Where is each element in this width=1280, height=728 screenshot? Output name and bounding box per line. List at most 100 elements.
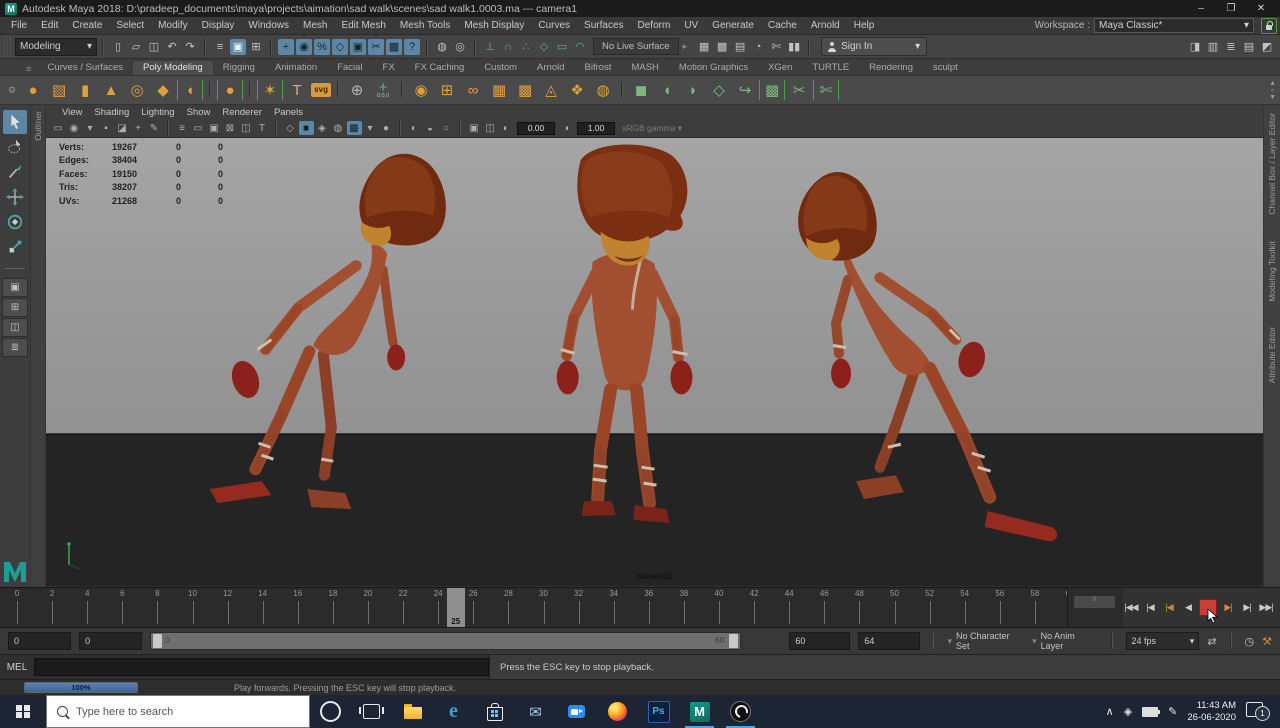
- render-current-frame-icon[interactable]: ▩: [714, 39, 730, 55]
- auto-key-clock-icon[interactable]: ◷: [1245, 635, 1255, 648]
- layout-four-pane[interactable]: ⊞: [2, 298, 28, 317]
- menu-modify[interactable]: Modify: [151, 20, 194, 31]
- step-back-key-button[interactable]: |◀: [1161, 600, 1177, 616]
- two-d-pan-zoom-icon[interactable]: +: [131, 121, 146, 135]
- open-scene-icon[interactable]: ▱: [128, 39, 144, 55]
- textured-icon[interactable]: ◈: [315, 121, 330, 135]
- menu-mesh-display[interactable]: Mesh Display: [457, 20, 531, 31]
- toggle-channel-box-icon[interactable]: ◨: [1187, 39, 1203, 55]
- undo-icon[interactable]: ↶: [164, 39, 180, 55]
- poly-cylinder-icon[interactable]: ▮: [73, 78, 97, 102]
- snap-to-point-icon[interactable]: ∴: [518, 39, 534, 55]
- pause-viewport-icon[interactable]: ▮▮: [786, 39, 802, 55]
- bookmark-icon[interactable]: ▪: [99, 121, 114, 135]
- toggle-workspace-panels-icon[interactable]: ▤: [1241, 39, 1257, 55]
- menu-curves[interactable]: Curves: [531, 20, 577, 31]
- select-tool[interactable]: [3, 110, 27, 134]
- time-slider-scrollbar[interactable]: II: [1074, 596, 1115, 608]
- action-center-icon[interactable]: 1: [1246, 701, 1272, 722]
- textured-mode-icon[interactable]: ⊠: [223, 121, 238, 135]
- taskbar-app-store[interactable]: [474, 695, 515, 728]
- viewport-canvas[interactable]: Verts: 19267 0 0 Edges: 38404 0 0 Faces: 19150 0 0 T…: [46, 138, 1263, 587]
- taskbar-app-obs[interactable]: [720, 695, 761, 728]
- panel-menu-panels[interactable]: Panels: [268, 107, 309, 118]
- shelf-tab-turtle[interactable]: TURTLE: [802, 61, 859, 75]
- go-to-start-button[interactable]: |◀◀: [1123, 600, 1139, 616]
- taskbar-app-maya[interactable]: M: [679, 695, 720, 728]
- sign-in-button[interactable]: Sign In ▾: [821, 37, 928, 56]
- poly-cone-icon[interactable]: ▲: [99, 78, 123, 102]
- render-settings-icon[interactable]: ✄: [768, 39, 784, 55]
- shelf-tab-poly-modeling[interactable]: Poly Modeling: [133, 61, 213, 75]
- show-manipulators-icon[interactable]: T: [255, 121, 270, 135]
- taskbar-app-file-explorer[interactable]: [392, 695, 433, 728]
- mel-input[interactable]: [34, 658, 489, 676]
- bridge-icon[interactable]: ◍: [591, 78, 615, 102]
- taskbar-app-task-view[interactable]: [351, 695, 392, 728]
- shelf-tab-motion-graphics[interactable]: Motion Graphics: [669, 61, 758, 75]
- remesh-icon[interactable]: ▦: [487, 78, 511, 102]
- layout-two-pane[interactable]: ◫: [2, 318, 28, 337]
- boolean-icon[interactable]: ∞: [461, 78, 485, 102]
- taskbar-search[interactable]: Type here to search: [46, 695, 310, 728]
- gamma-icon[interactable]: ◑: [559, 121, 574, 135]
- step-back-frame-button[interactable]: |◀: [1142, 600, 1158, 616]
- shelf-tab-mash[interactable]: MASH: [621, 61, 668, 75]
- colorspace-dropdown[interactable]: sRGB gamma ▾: [622, 123, 682, 134]
- list-view-icon[interactable]: ≡: [175, 121, 190, 135]
- paint-select-tool[interactable]: [3, 160, 27, 184]
- current-frame-indicator[interactable]: 25: [446, 588, 465, 627]
- shelf-tab-xgen[interactable]: XGen: [758, 61, 802, 75]
- panel-menu-show[interactable]: Show: [181, 107, 217, 118]
- range-end-handle[interactable]: [729, 634, 739, 648]
- save-scene-icon[interactable]: ◫: [146, 39, 162, 55]
- shelf-scroll-arrows[interactable]: ▲ ● ▼: [1269, 80, 1276, 101]
- mask-all-icon[interactable]: +: [278, 38, 294, 55]
- isolate-select-icon[interactable]: ▣: [467, 121, 482, 135]
- rotate-tool[interactable]: [3, 210, 27, 234]
- playback-end-field[interactable]: 60: [789, 632, 851, 650]
- battery-icon[interactable]: [1142, 706, 1161, 717]
- append-polygon-icon[interactable]: ◖: [655, 78, 679, 102]
- combine-icon[interactable]: ⊞: [435, 78, 459, 102]
- knife-icon[interactable]: ✄: [813, 80, 840, 100]
- extrude-icon[interactable]: ❖: [565, 78, 589, 102]
- snap-to-grid-icon[interactable]: ⊥: [482, 39, 498, 55]
- toggle-modeling-toolkit-icon[interactable]: ◩: [1259, 39, 1275, 55]
- smooth-mesh-icon[interactable]: ◉: [409, 78, 433, 102]
- shaded-mode-icon[interactable]: ▣: [207, 121, 222, 135]
- maximize-button[interactable]: ❐: [1216, 0, 1246, 17]
- exposure-field[interactable]: 0.00: [517, 121, 555, 135]
- close-button[interactable]: ✕: [1246, 0, 1276, 17]
- time-slider-track[interactable]: 0 2 4 6 8 10 12 14 16 18 20 22 24 26 28 30 32 34 36 38 40 42 4…: [0, 588, 1068, 627]
- shelf-tab-animation[interactable]: Animation: [265, 61, 327, 75]
- lock-selection-icon[interactable]: ◍: [434, 39, 450, 55]
- move-tool[interactable]: [3, 185, 27, 209]
- poly-plane-icon[interactable]: ◆: [151, 78, 175, 102]
- mask-curves-icon[interactable]: ◇: [332, 38, 348, 55]
- menu-uv[interactable]: UV: [677, 20, 705, 31]
- render-sequence-icon[interactable]: ◔: [750, 39, 766, 55]
- range-slider[interactable]: 0 60: [150, 632, 742, 650]
- poly-sphere-icon[interactable]: ●: [21, 78, 45, 102]
- panel-menu-view[interactable]: View: [56, 107, 88, 118]
- xray-icon[interactable]: ▩: [346, 121, 362, 135]
- lasso-tool[interactable]: [3, 135, 27, 159]
- platonic-solid-icon[interactable]: ●: [217, 80, 244, 100]
- menu-mesh-tools[interactable]: Mesh Tools: [393, 20, 457, 31]
- live-surface-field[interactable]: No Live Surface: [593, 38, 679, 55]
- shelf-tab-facial[interactable]: Facial: [327, 61, 372, 75]
- select-object-icon[interactable]: ▣: [230, 38, 246, 55]
- taskbar-app-photoshop[interactable]: Ps: [638, 695, 679, 728]
- camera-attributes-icon[interactable]: ▾: [83, 121, 98, 135]
- menu-display[interactable]: Display: [195, 20, 242, 31]
- range-start-handle[interactable]: [153, 634, 163, 648]
- quad-draw-icon[interactable]: ↪: [733, 78, 757, 102]
- all-lights-mode-icon[interactable]: ◫: [239, 121, 254, 135]
- animation-start-field[interactable]: 0: [8, 632, 72, 650]
- panel-tab-channel-box-layer-editor[interactable]: Channel Box / Layer Editor: [1267, 113, 1277, 215]
- anim-layer-dropdown[interactable]: ▾ No Anim Layer: [1032, 631, 1099, 651]
- menu-mesh[interactable]: Mesh: [296, 20, 334, 31]
- panel-menu-lighting[interactable]: Lighting: [135, 107, 180, 118]
- menu-edit[interactable]: Edit: [34, 20, 65, 31]
